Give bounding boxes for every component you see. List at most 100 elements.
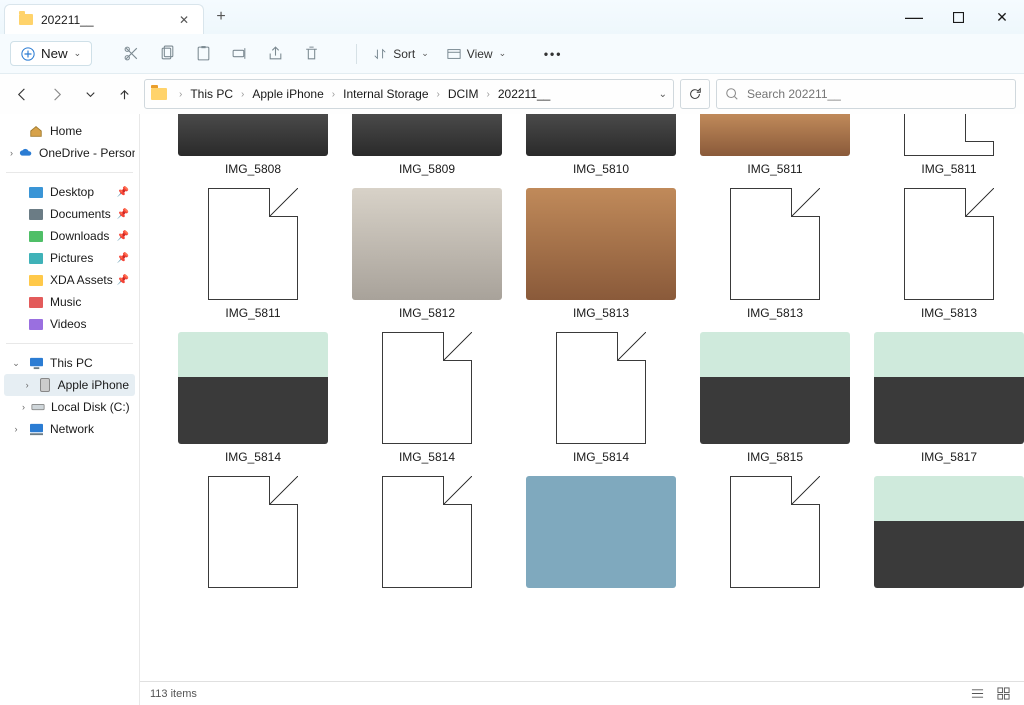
- chevron-down-icon: ⌄: [74, 48, 82, 59]
- share-button[interactable]: [258, 39, 292, 69]
- file-item[interactable]: [690, 474, 860, 588]
- chevron-down-icon: ⌄: [499, 48, 507, 59]
- generic-file-icon: [178, 474, 328, 588]
- sidebar-apple-iphone[interactable]: ›Apple iPhone: [4, 374, 135, 396]
- file-item[interactable]: IMG_5810: [516, 114, 686, 176]
- breadcrumb-apple-iphone[interactable]: Apple iPhone: [252, 87, 323, 101]
- file-item[interactable]: IMG_5809: [342, 114, 512, 176]
- photo-thumbnail: [526, 114, 676, 156]
- address-bar-row: › This PC › Apple iPhone › Internal Stor…: [0, 74, 1024, 114]
- generic-file-icon: [352, 474, 502, 588]
- sidebar-item-label: Desktop: [50, 185, 94, 199]
- sidebar-music[interactable]: Music: [4, 291, 135, 313]
- breadcrumb-this-pc[interactable]: This PC: [190, 87, 233, 101]
- file-name: IMG_5817: [921, 450, 977, 464]
- item-count: 113 items: [150, 688, 197, 700]
- sidebar-xda-assets[interactable]: XDA Assets📌: [4, 269, 135, 291]
- search-input[interactable]: [747, 87, 1007, 101]
- forward-button[interactable]: [42, 79, 70, 109]
- file-item[interactable]: IMG_5814: [516, 330, 686, 464]
- file-item[interactable]: [516, 474, 686, 588]
- file-name: IMG_5811: [921, 162, 976, 176]
- breadcrumb-dcim[interactable]: DCIM: [448, 87, 479, 101]
- file-item[interactable]: IMG_5813: [516, 186, 686, 320]
- more-button[interactable]: •••: [536, 39, 570, 69]
- view-button[interactable]: View ⌄: [439, 39, 514, 69]
- file-item[interactable]: IMG_5815: [690, 330, 860, 464]
- cut-button[interactable]: [114, 39, 148, 69]
- paste-button[interactable]: [186, 39, 220, 69]
- file-grid[interactable]: IMG_5808IMG_5809IMG_5810IMG_5811IMG_5811…: [140, 114, 1024, 681]
- sidebar-local-disk[interactable]: ›Local Disk (C:): [4, 396, 135, 418]
- sidebar-network[interactable]: ›Network: [4, 418, 135, 440]
- address-bar[interactable]: › This PC › Apple iPhone › Internal Stor…: [144, 79, 674, 109]
- sidebar-videos[interactable]: Videos: [4, 313, 135, 335]
- minimize-button[interactable]: —: [892, 0, 936, 34]
- sidebar-documents[interactable]: Documents📌: [4, 203, 135, 225]
- main-area: Home ›OneDrive - Persona Desktop 📌 Docume…: [0, 114, 1024, 705]
- file-item[interactable]: IMG_5808: [168, 114, 338, 176]
- photo-thumbnail: [526, 186, 676, 300]
- copy-button[interactable]: [150, 39, 184, 69]
- folder-icon: [19, 14, 33, 25]
- sort-button[interactable]: Sort ⌄: [365, 39, 437, 69]
- breadcrumb-internal-storage[interactable]: Internal Storage: [343, 87, 428, 101]
- command-bar: New ⌄ Sort ⌄ View ⌄ •••: [0, 34, 1024, 74]
- file-item[interactable]: [168, 474, 338, 588]
- file-name: IMG_5815: [747, 450, 803, 464]
- file-item[interactable]: [864, 474, 1024, 588]
- recent-locations-button[interactable]: [76, 79, 104, 109]
- file-item[interactable]: [342, 474, 512, 588]
- new-tab-button[interactable]: +: [204, 0, 238, 34]
- sidebar-pictures[interactable]: Pictures📌: [4, 247, 135, 269]
- delete-button[interactable]: [294, 39, 328, 69]
- breadcrumb-current[interactable]: 202211__: [498, 87, 551, 101]
- pin-icon: 📌: [117, 187, 129, 198]
- chevron-right-icon: ›: [431, 89, 446, 100]
- thumbnails-layout-button[interactable]: [992, 685, 1014, 703]
- close-button[interactable]: ✕: [980, 0, 1024, 34]
- maximize-button[interactable]: [936, 0, 980, 34]
- file-item[interactable]: IMG_5813: [690, 186, 860, 320]
- file-item[interactable]: IMG_5817: [864, 330, 1024, 464]
- sidebar-home[interactable]: Home: [4, 120, 135, 142]
- search-box[interactable]: [716, 79, 1016, 109]
- sidebar-downloads[interactable]: Downloads📌: [4, 225, 135, 247]
- file-item[interactable]: IMG_5811: [168, 186, 338, 320]
- pin-icon: 📌: [117, 209, 129, 220]
- file-item[interactable]: IMG_5813: [864, 186, 1024, 320]
- sidebar-item-label: Local Disk (C:): [51, 400, 130, 414]
- refresh-button[interactable]: [680, 79, 710, 109]
- view-label: View: [467, 47, 493, 61]
- rename-button[interactable]: [222, 39, 256, 69]
- back-button[interactable]: [8, 79, 36, 109]
- sidebar-this-pc[interactable]: ⌄This PC: [4, 352, 135, 374]
- file-name: IMG_5809: [399, 162, 455, 176]
- details-layout-button[interactable]: [966, 685, 988, 703]
- sidebar-item-label: Videos: [50, 317, 86, 331]
- photo-thumbnail: [178, 114, 328, 156]
- file-item[interactable]: IMG_5814: [168, 330, 338, 464]
- chevron-down-icon[interactable]: ⌄: [659, 89, 667, 100]
- sidebar-desktop[interactable]: Desktop 📌: [4, 181, 135, 203]
- status-bar: 113 items: [140, 681, 1024, 705]
- active-tab[interactable]: 202211__ ✕: [4, 4, 204, 34]
- file-item[interactable]: IMG_5812: [342, 186, 512, 320]
- photo-thumbnail: [874, 330, 1024, 444]
- photo-thumbnail: [700, 114, 850, 156]
- file-item[interactable]: IMG_5811: [864, 114, 1024, 176]
- file-item[interactable]: IMG_5814: [342, 330, 512, 464]
- sidebar-item-label: Apple iPhone: [58, 378, 129, 392]
- tab-close-icon[interactable]: ✕: [179, 13, 189, 27]
- file-name: IMG_5814: [573, 450, 629, 464]
- chevron-right-icon: ›: [173, 89, 188, 100]
- file-item[interactable]: IMG_5811: [690, 114, 860, 176]
- up-button[interactable]: [110, 79, 138, 109]
- new-button[interactable]: New ⌄: [10, 41, 92, 66]
- sidebar-onedrive[interactable]: ›OneDrive - Persona: [4, 142, 135, 164]
- navigation-pane: Home ›OneDrive - Persona Desktop 📌 Docume…: [0, 114, 140, 705]
- sidebar-item-label: Pictures: [50, 251, 93, 265]
- file-name: IMG_5812: [399, 306, 455, 320]
- search-icon: [725, 87, 739, 101]
- pin-icon: 📌: [117, 275, 129, 286]
